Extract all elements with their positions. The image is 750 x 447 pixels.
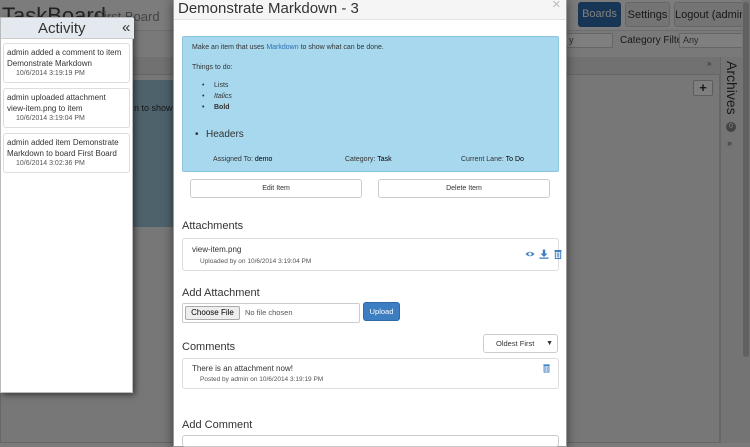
comment-row: There is an attachment now! Posted by ad… bbox=[182, 358, 559, 389]
item-view-modal: Demonstrate Markdown - 3 × Make an item … bbox=[173, 0, 567, 447]
comments-heading: Comments bbox=[182, 341, 236, 353]
list-item: Bold bbox=[202, 102, 232, 113]
category: Category: Task bbox=[345, 156, 392, 163]
collapse-activity-icon[interactable]: « bbox=[122, 19, 130, 36]
add-comment-heading: Add Comment bbox=[182, 419, 253, 431]
comment-text: There is an attachment now! bbox=[192, 364, 293, 373]
description-intro: Make an item that uses Markdown to show … bbox=[192, 44, 384, 51]
upload-button[interactable]: Upload bbox=[363, 302, 400, 321]
lane-value: To Do bbox=[505, 156, 524, 163]
choose-file-button[interactable]: Choose File bbox=[185, 306, 240, 320]
close-icon[interactable]: × bbox=[552, 0, 561, 13]
delete-item-button[interactable]: Delete Item bbox=[378, 179, 550, 198]
chevron-down-icon: ▼ bbox=[546, 340, 553, 347]
current-lane: Current Lane: To Do bbox=[461, 156, 524, 163]
modal-header: Demonstrate Markdown - 3 × bbox=[174, 0, 566, 20]
lane-label: Current Lane: bbox=[461, 156, 504, 163]
markdown-link[interactable]: Markdown bbox=[266, 44, 298, 51]
eye-icon[interactable] bbox=[525, 249, 535, 259]
intro-text: Make an item that uses bbox=[192, 44, 267, 51]
trash-icon[interactable] bbox=[542, 363, 551, 373]
file-input[interactable]: Choose File No file chosen bbox=[182, 303, 360, 323]
no-file-chosen-text: No file chosen bbox=[245, 308, 293, 317]
activity-item-time: 10/6/2014 3:19:04 PM bbox=[16, 115, 85, 122]
comment-sort-select[interactable]: Oldest First ▼ bbox=[483, 334, 558, 353]
trash-icon[interactable] bbox=[553, 249, 563, 259]
activity-item-text: admin added a comment to item Demonstrat… bbox=[7, 48, 122, 68]
modal-title: Demonstrate Markdown - 3 bbox=[178, 0, 359, 17]
attachments-heading: Attachments bbox=[182, 220, 244, 232]
assigned-to: Assigned To: demo bbox=[213, 156, 272, 163]
activity-title: Activity bbox=[38, 20, 86, 37]
item-description: Make an item that uses Markdown to show … bbox=[182, 36, 559, 172]
activity-item-text: admin added item Demonstrate Markdown to… bbox=[7, 138, 119, 158]
add-attachment-heading: Add Attachment bbox=[182, 287, 260, 299]
attachment-meta: Uploaded by on 10/6/2014 3:19:04 PM bbox=[200, 258, 312, 265]
attachment-name: view-item.png bbox=[192, 245, 242, 254]
category-label: Category: bbox=[345, 156, 376, 163]
edit-item-button[interactable]: Edit Item bbox=[190, 179, 362, 198]
list-item: Lists bbox=[202, 80, 232, 91]
activity-item-text: admin uploaded attachment view-item.png … bbox=[7, 93, 106, 113]
intro-text-end: to show what can be done. bbox=[298, 44, 384, 51]
new-comment-textarea[interactable] bbox=[182, 435, 559, 447]
attachment-row: view-item.png Uploaded by on 10/6/2014 3… bbox=[182, 238, 562, 271]
activity-item: admin added item Demonstrate Markdown to… bbox=[3, 133, 130, 173]
category-value: Task bbox=[377, 156, 392, 163]
assigned-label: Assigned To: bbox=[213, 156, 253, 163]
things-to-do-label: Things to do: bbox=[192, 64, 233, 71]
list-item: Italics bbox=[202, 91, 232, 102]
activity-item-time: 10/6/2014 3:19:19 PM bbox=[16, 70, 85, 77]
comment-meta: Posted by admin on 10/6/2014 3:19:19 PM bbox=[200, 376, 324, 383]
activity-item: admin uploaded attachment view-item.png … bbox=[3, 88, 130, 128]
description-header: Headers bbox=[195, 129, 244, 140]
todo-list: Lists Italics Bold bbox=[202, 80, 232, 113]
activity-header: Activity « bbox=[1, 18, 134, 39]
activity-item: admin added a comment to item Demonstrat… bbox=[3, 43, 130, 83]
activity-panel: Activity « admin added a comment to item… bbox=[0, 17, 134, 393]
activity-item-time: 10/6/2014 3:02:36 PM bbox=[16, 160, 85, 167]
sort-value: Oldest First bbox=[496, 339, 535, 348]
assigned-value: demo bbox=[254, 156, 273, 163]
download-icon[interactable] bbox=[539, 249, 549, 259]
